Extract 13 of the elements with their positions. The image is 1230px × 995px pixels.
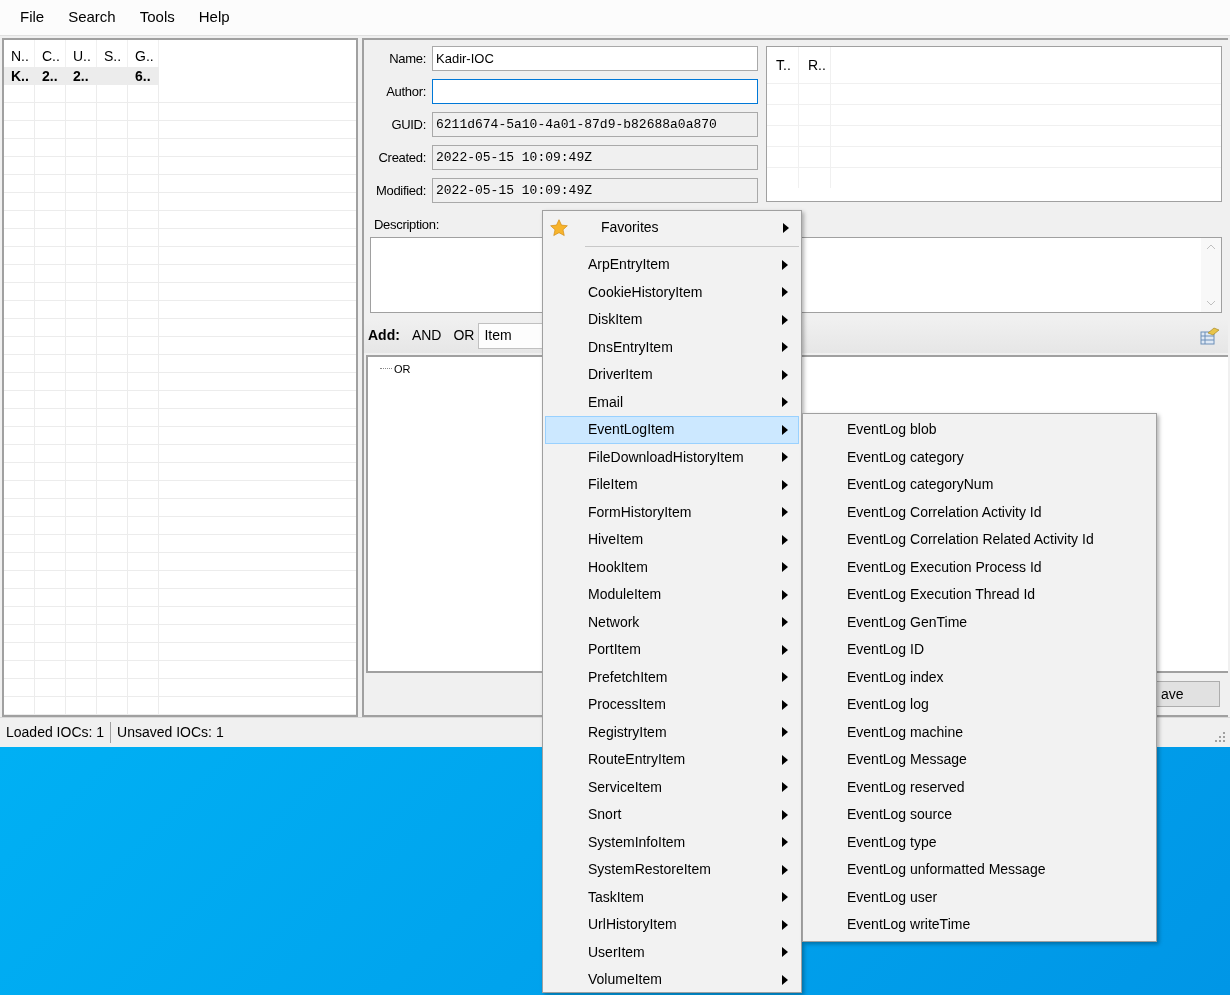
table-cell: K.. xyxy=(11,68,29,84)
table-cell: 6.. xyxy=(135,68,151,84)
field-label: Name: xyxy=(388,49,426,68)
field-label: GUID: xyxy=(390,115,426,134)
field-label: Author: xyxy=(385,82,426,101)
table-cell: 2.. xyxy=(73,68,89,84)
add-label: Add: xyxy=(368,326,400,345)
description-label: Description: xyxy=(374,216,440,234)
status-text: Loaded IOCs: 1 xyxy=(5,723,106,742)
status-text: Unsaved IOCs: 1 xyxy=(110,722,230,743)
field-label: Modified: xyxy=(374,181,426,200)
field-label: Created: xyxy=(377,148,426,167)
table-cell: 2.. xyxy=(42,68,58,84)
